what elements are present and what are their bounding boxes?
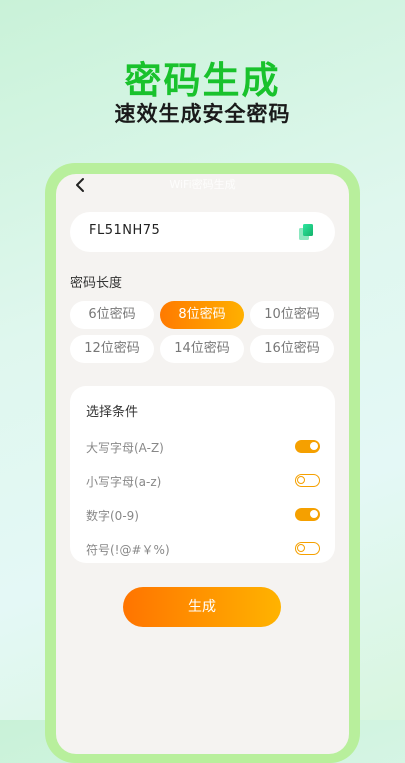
toggle-symbols[interactable]: [295, 542, 320, 555]
length-option-10[interactable]: 10位密码: [250, 301, 334, 329]
generate-button[interactable]: 生成: [123, 587, 281, 627]
hero-title: 密码生成: [124, 59, 281, 102]
password-value: FL51NH75: [89, 223, 161, 238]
toggle-knob: [297, 544, 305, 552]
toggle-digits[interactable]: [295, 508, 320, 521]
length-option-6[interactable]: 6位密码: [70, 301, 154, 329]
length-option-12[interactable]: 12位密码: [70, 335, 154, 363]
toggle-knob: [310, 442, 318, 450]
condition-label-uppercase: 大写字母(A-Z): [86, 441, 164, 455]
back-arrow-icon[interactable]: [72, 176, 90, 194]
toggle-knob: [297, 476, 305, 484]
hero-subtitle: 速效生成安全密码: [114, 102, 291, 126]
screen-title: WiFi密码生成: [169, 178, 236, 191]
length-option-16[interactable]: 16位密码: [250, 335, 334, 363]
length-section-label: 密码长度: [70, 276, 123, 291]
condition-label-digits: 数字(0-9): [86, 509, 139, 523]
toggle-knob: [310, 510, 318, 518]
conditions-card: 选择条件 大写字母(A-Z) 小写字母(a-z) 数字(0-9) 符号(!@#￥…: [70, 386, 335, 563]
toggle-uppercase[interactable]: [295, 440, 320, 453]
toggle-lowercase[interactable]: [295, 474, 320, 487]
phone-screen: WiFi密码生成 FL51NH75 密码长度 6位密码 8位密码 10位密码 1…: [56, 174, 349, 754]
conditions-title: 选择条件: [86, 405, 139, 420]
length-option-14[interactable]: 14位密码: [160, 335, 244, 363]
password-display: FL51NH75: [70, 212, 335, 252]
length-option-8[interactable]: 8位密码: [160, 301, 244, 329]
condition-label-lowercase: 小写字母(a-z): [86, 475, 162, 489]
copy-icon[interactable]: [297, 223, 315, 241]
condition-label-symbols: 符号(!@#￥%): [86, 543, 170, 557]
